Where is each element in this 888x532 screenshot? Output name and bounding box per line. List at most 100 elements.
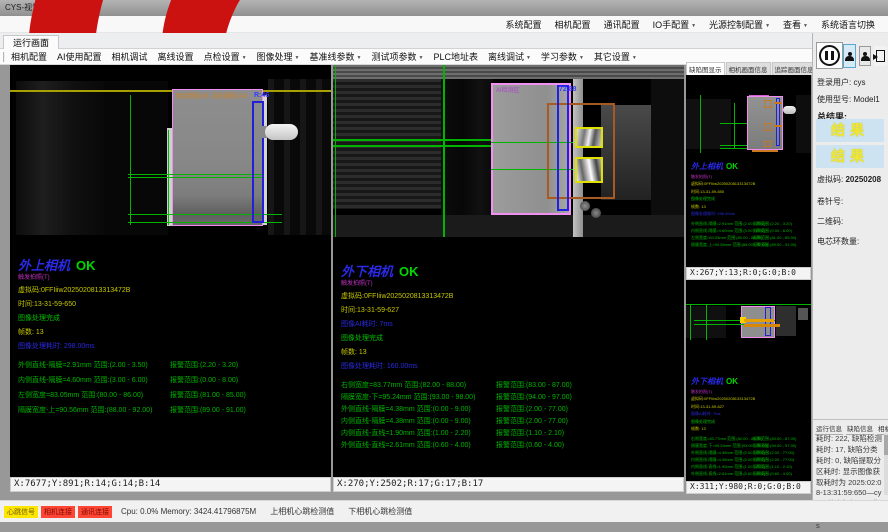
camera-result-title: 外下相机OK bbox=[691, 376, 810, 387]
camera-image-upper: 固定阈值:93, 动态阈值:100 R:46 bbox=[10, 79, 331, 235]
green-baseline-v bbox=[734, 103, 735, 149]
tool-baseline-params[interactable]: 基准线参数▼ bbox=[310, 50, 362, 63]
blue-measure-label: R:46 bbox=[254, 92, 269, 99]
measurement-row: 左侧宽度=83.05mm 范围:(80.00 - 86.00)报警范围:(81.… bbox=[18, 390, 329, 405]
tool-plc-address[interactable]: PLC地址表 bbox=[433, 50, 478, 63]
menu-camera-config[interactable]: 相机配置 bbox=[555, 18, 591, 31]
cpu-memory-readout: Cpu: 0.0% Memory: 3424.41796875M bbox=[121, 507, 256, 516]
tool-offline-debug[interactable]: 离线调试▼ bbox=[488, 50, 531, 63]
model-row: 使用型号: Model1 bbox=[817, 94, 880, 105]
ok-status: OK bbox=[399, 264, 419, 279]
tool-ai-config[interactable]: AI使用配置 bbox=[57, 50, 102, 63]
right-control-panel: 登录用户: cys 使用型号: Model1 总结果: 结果 结果 虚拟码: 2… bbox=[812, 33, 888, 500]
menu-language-switch[interactable]: 系统语言切换 bbox=[821, 18, 875, 31]
clamp-object bbox=[783, 106, 796, 114]
menu-system-config[interactable]: 系统配置 bbox=[506, 18, 542, 31]
machine-block bbox=[776, 306, 796, 336]
menu-io-config[interactable]: IO手配置▼ bbox=[653, 18, 696, 31]
barcode-line: 虚拟码:0FFIiiw2025020813313472B bbox=[18, 285, 329, 295]
tool-test-params[interactable]: 测试项参数▼ bbox=[371, 50, 423, 63]
measurement-row: 外侧直线-直线=2.61mm 范围:(0.60 - 4.00)报警范围:(0.6… bbox=[341, 440, 682, 452]
user-icon bbox=[861, 52, 870, 61]
process-done-line: 图像处理完成 bbox=[341, 333, 682, 343]
toolbar-grip bbox=[3, 52, 5, 62]
machine-band bbox=[686, 99, 731, 149]
camera-result-title: 外上相机OK bbox=[691, 161, 810, 172]
virtual-code-row: 虚拟码: 20250208 bbox=[817, 174, 881, 185]
exit-button[interactable] bbox=[874, 46, 887, 66]
tab-defect-display[interactable]: 缺陷图显示 bbox=[686, 62, 725, 75]
mini-result-block-upper: 外上相机OK 触发拍照(T) 虚拟码:0FFIiiw20250208133134… bbox=[691, 161, 810, 249]
green-baseline-h bbox=[128, 174, 262, 175]
camera-view-lower[interactable]: AI检测区 72.88 外下相机OK 触发拍照(T) 虚拟码:0FFIiiw20… bbox=[333, 65, 684, 477]
measurement-list: 外侧直线-隔膜=2.91mm 范围:(2.00 - 3.50)报警范围:(2.2… bbox=[691, 221, 810, 249]
info-scrollbar[interactable] bbox=[884, 433, 888, 495]
process-done-line: 图像处理完成 bbox=[18, 313, 329, 323]
tool-learning-params[interactable]: 学习参数▼ bbox=[541, 50, 584, 63]
chevron-down-icon: ▼ bbox=[242, 55, 247, 61]
heartbeat-badge: 心跳信号 bbox=[4, 506, 38, 518]
blue-measure-rect bbox=[557, 85, 569, 211]
menu-bar: 系统配置 相机配置 通讯配置 IO手配置▼ 光源控制配置▼ 查看▼ 系统语言切换 bbox=[0, 16, 888, 33]
threshold-overlay-label: 固定阈值:93, 动态阈值:100 bbox=[176, 91, 247, 100]
machine-band bbox=[796, 95, 811, 153]
mini-camera-image-upper bbox=[686, 95, 811, 153]
chevron-down-icon: ▼ bbox=[691, 23, 696, 29]
mini-camera-image-lower bbox=[686, 304, 811, 340]
tab-tracking-frame-info[interactable]: 追踪画面信息 bbox=[772, 62, 817, 75]
measurement-list: 外侧直线-隔膜=2.91mm 范围:(2.00 - 3.50)报警范围:(2.2… bbox=[18, 360, 329, 420]
lower-camera-heartbeat: 下相机心跳检测值 bbox=[348, 506, 412, 517]
mini-camera-view-upper[interactable]: 外上相机OK 触发拍照(T) 虚拟码:0FFIiiw20250208133134… bbox=[686, 75, 811, 267]
chevron-down-icon: ▼ bbox=[418, 55, 423, 61]
measurement-row: 隔膜宽度-下=95.24mm 范围:(93.00 - 98.00)报警范围:(9… bbox=[341, 392, 682, 404]
camera-view-upper[interactable]: 固定阈值:93, 动态阈值:100 R:46 外上相机OK 触发拍照(T) 虚拟… bbox=[10, 65, 331, 477]
ai-region-label: AI检测区 bbox=[496, 85, 520, 94]
tool-spot-check[interactable]: 点检设置▼ bbox=[204, 50, 247, 63]
machine-band bbox=[333, 79, 441, 209]
frame-count-line: 帧数: 13 bbox=[341, 347, 682, 357]
tab-camera-frame-info[interactable]: 相机画面信息 bbox=[726, 62, 771, 75]
qr-code-row: 二维码: bbox=[817, 216, 843, 227]
comm-connection-badge: 通讯连接 bbox=[78, 506, 112, 518]
tool-image-processing[interactable]: 图像处理▼ bbox=[257, 50, 300, 63]
operator-button[interactable] bbox=[859, 46, 871, 66]
mini-camera-view-lower[interactable]: 外下相机OK 触发拍照(T) 虚拟码:0FFIiiw20250208133134… bbox=[686, 280, 811, 481]
machine-band bbox=[333, 65, 684, 79]
model-value: Model1 bbox=[853, 95, 879, 104]
time-line: 时间:13-31-59-627 bbox=[341, 305, 682, 315]
pixel-readout-lower: X:270;Y:2502;R:17;G:17;B:17 bbox=[333, 477, 684, 492]
scrollbar-thumb[interactable] bbox=[884, 435, 888, 455]
machine-band bbox=[104, 81, 168, 235]
orange-annotation bbox=[744, 324, 780, 327]
tool-offline-settings[interactable]: 离线设置 bbox=[158, 50, 194, 63]
pause-button[interactable] bbox=[816, 42, 843, 69]
chevron-down-icon: ▼ bbox=[579, 55, 584, 61]
pin-number-row: 卷针号: bbox=[817, 196, 843, 207]
tool-camera-debug[interactable]: 相机调试 bbox=[112, 50, 148, 63]
mini-result-block-lower: 外下相机OK 触发拍照(T) 虚拟码:0FFIiiw20250208133134… bbox=[691, 376, 810, 478]
bottom-status-bar: 心跳信号 相机连接 通讯连接 Cpu: 0.0% Memory: 3424.41… bbox=[0, 500, 888, 522]
result-badge-upper: 结果 bbox=[816, 119, 884, 142]
yellow-roi-rect bbox=[575, 157, 603, 183]
login-user-row: 登录用户: cys bbox=[817, 77, 865, 88]
measurement-row: 外侧直线-隔膜=2.91mm 范围:(2.00 - 3.50)报警范围:(2.2… bbox=[18, 360, 329, 375]
menu-light-config[interactable]: 光源控制配置▼ bbox=[709, 18, 770, 31]
orange-annotation bbox=[744, 319, 774, 322]
measurement-row: 外侧直线-隔膜=4.38mm 范围:(0.00 - 9.00)报警范围:(2.0… bbox=[341, 404, 682, 416]
login-user-button[interactable] bbox=[843, 44, 856, 68]
yellow-baseline bbox=[10, 90, 331, 92]
cell-count-row: 电芯环数量: bbox=[817, 236, 859, 247]
login-user-value: cys bbox=[853, 78, 865, 87]
camera-image-lower: AI检测区 72.88 bbox=[333, 65, 684, 237]
tool-camera-config[interactable]: 相机配置 bbox=[11, 50, 47, 63]
menu-view[interactable]: 查看▼ bbox=[783, 18, 808, 31]
machine-block bbox=[798, 308, 808, 320]
screw bbox=[580, 201, 590, 211]
orange-roi-rect bbox=[764, 123, 772, 131]
chevron-down-icon: ▼ bbox=[295, 55, 300, 61]
measurement-list: 右侧宽度=83.77mm 范围:(82.00 - 88.00)报警范围:(83.… bbox=[691, 436, 810, 478]
exit-door-icon bbox=[876, 50, 885, 62]
menu-comm-config[interactable]: 通讯配置 bbox=[604, 18, 640, 31]
pixel-readout-upper: X:7677;Y:891;R:14;G:14;B:14 bbox=[10, 477, 331, 492]
tool-other-settings[interactable]: 其它设置▼ bbox=[594, 50, 637, 63]
